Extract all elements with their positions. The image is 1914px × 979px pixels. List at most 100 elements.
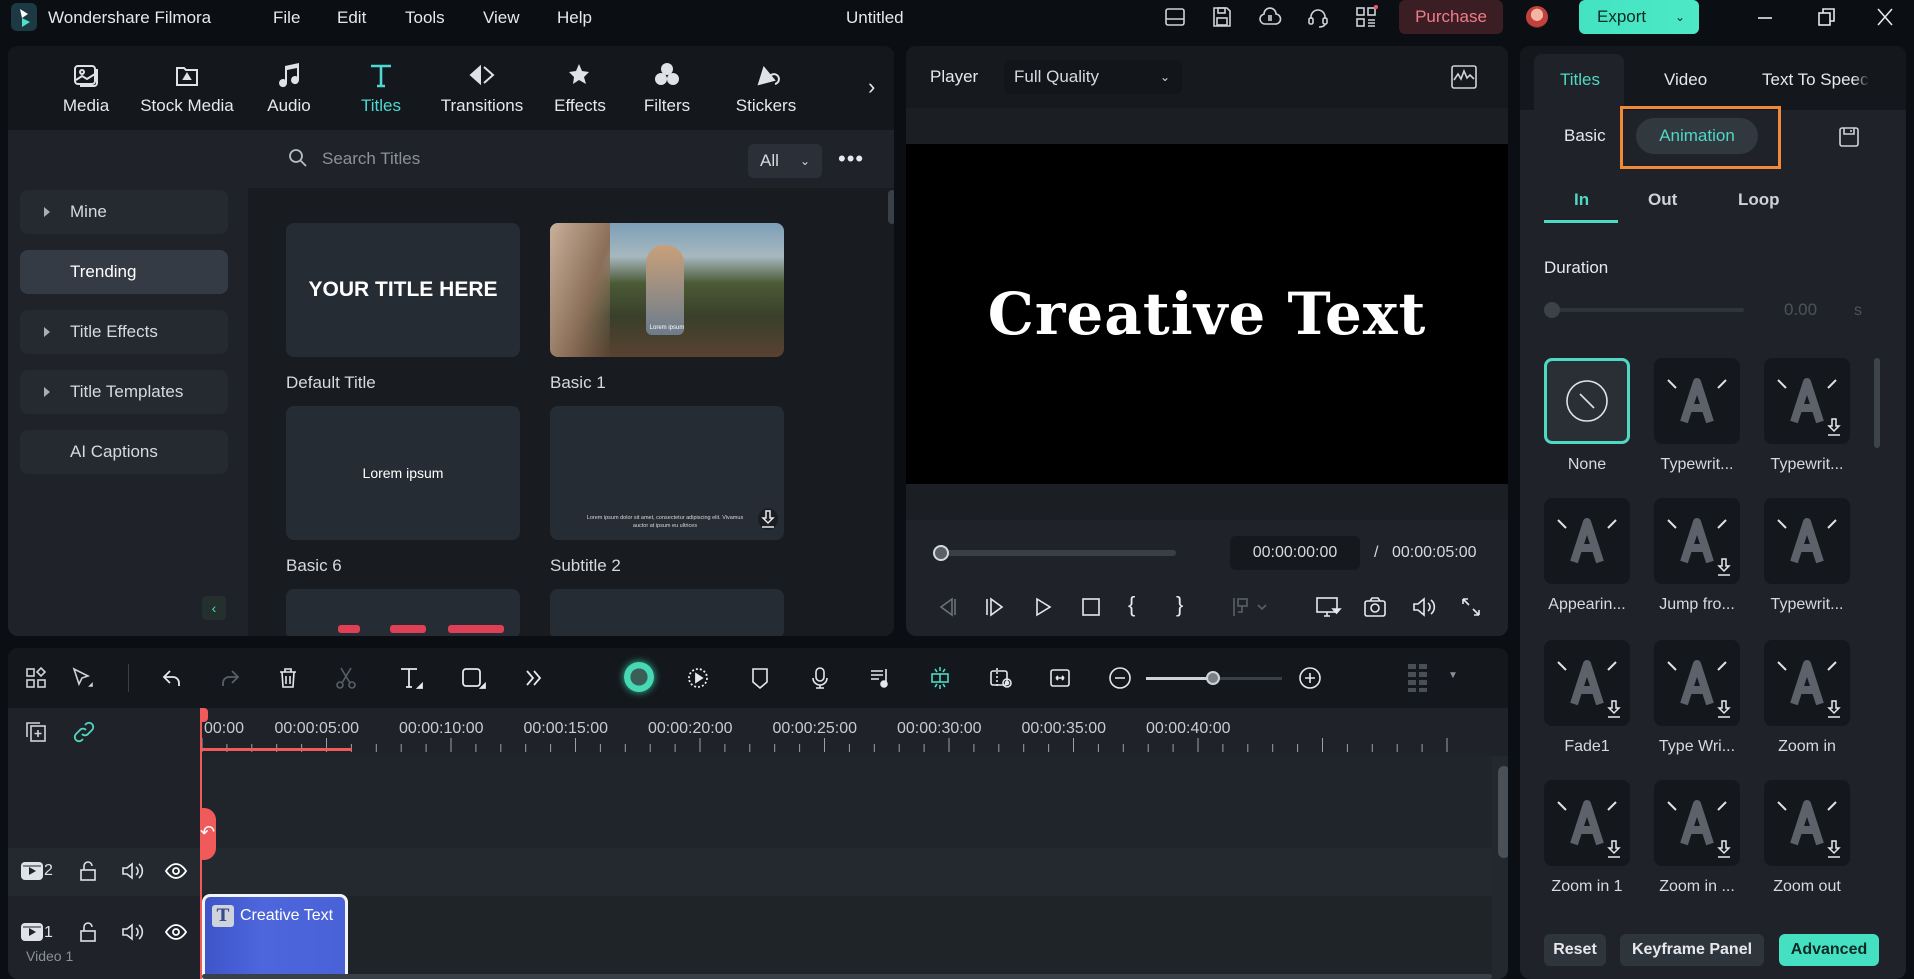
duration-slider-handle[interactable] xyxy=(1544,302,1560,318)
insert-clip-icon[interactable] xyxy=(1230,594,1270,620)
restore-icon[interactable] xyxy=(1814,5,1838,29)
quality-dropdown[interactable]: Full Quality ⌄ xyxy=(1004,60,1182,94)
track-empty-lane[interactable] xyxy=(202,756,1492,848)
title-clip[interactable]: T Creative Text xyxy=(202,894,348,979)
avatar[interactable] xyxy=(1526,6,1548,28)
menu-view[interactable]: View xyxy=(483,8,520,28)
tabs-next-arrow-icon[interactable]: › xyxy=(868,74,875,100)
auto-reframe-icon[interactable] xyxy=(686,666,710,690)
animation-preset[interactable] xyxy=(1544,358,1630,444)
title-thumb-subtitle-2[interactable]: Lorem ipsum dolor sit amet, consectetur … xyxy=(550,406,784,540)
tab-text-to-speech[interactable]: Text To Speech xyxy=(1762,70,1870,90)
tab-media[interactable]: Media xyxy=(46,60,126,116)
title-thumb-basic-1[interactable]: Lorem ipsum xyxy=(550,223,784,357)
preview-screen[interactable]: Creative Text xyxy=(906,144,1508,484)
crop-shape-icon[interactable] xyxy=(460,666,486,690)
animation-preset[interactable] xyxy=(1764,498,1850,584)
snap-icon[interactable] xyxy=(928,666,952,690)
tab-effects[interactable]: Effects xyxy=(540,60,620,116)
download-icon[interactable] xyxy=(1604,698,1624,720)
display-settings-icon[interactable] xyxy=(1314,594,1342,620)
volume-icon[interactable] xyxy=(1410,594,1436,620)
download-icon[interactable] xyxy=(1824,416,1844,438)
layout-grid-icon[interactable] xyxy=(24,666,48,690)
tab-titles[interactable]: Titles xyxy=(346,60,416,116)
add-track-icon[interactable] xyxy=(24,720,48,744)
track-1-lane[interactable] xyxy=(202,896,1492,979)
keyframe-panel-button[interactable]: Keyframe Panel xyxy=(1620,934,1764,966)
headset-icon[interactable] xyxy=(1306,5,1330,29)
anim-tab-out[interactable]: Out xyxy=(1648,190,1677,210)
delete-icon[interactable] xyxy=(276,666,300,690)
track-height-icon[interactable] xyxy=(1406,662,1430,692)
tab-stock-media[interactable]: Stock Media xyxy=(132,60,242,116)
mark-out-icon[interactable]: } xyxy=(1176,592,1183,618)
anim-tab-in[interactable]: In xyxy=(1574,190,1589,210)
animation-preset[interactable] xyxy=(1764,640,1850,726)
vertical-scrollbar[interactable] xyxy=(1498,766,1508,858)
title-thumb-default[interactable]: YOUR TITLE HERE xyxy=(286,223,520,357)
sidebar-item-ai-captions[interactable]: AI Captions xyxy=(20,430,228,474)
minimize-icon[interactable] xyxy=(1753,5,1777,29)
tab-audio[interactable]: Audio xyxy=(254,60,324,116)
animation-preset[interactable] xyxy=(1544,780,1630,866)
microphone-icon[interactable] xyxy=(808,666,832,690)
reset-button[interactable]: Reset xyxy=(1544,934,1606,966)
download-icon[interactable] xyxy=(1714,698,1734,720)
next-frame-icon[interactable] xyxy=(982,594,1008,620)
animation-preset[interactable] xyxy=(1654,358,1740,444)
collapse-sidebar-button[interactable]: ‹ xyxy=(202,596,226,620)
animation-preset[interactable] xyxy=(1654,780,1740,866)
lock-icon[interactable] xyxy=(78,921,98,943)
redo-icon[interactable] xyxy=(218,666,242,690)
text-tool-icon[interactable] xyxy=(398,666,423,690)
animation-preset[interactable] xyxy=(1764,358,1850,444)
mark-in-icon[interactable]: { xyxy=(1128,592,1135,618)
title-thumb-partial[interactable] xyxy=(550,589,784,636)
mute-track-icon[interactable] xyxy=(120,860,144,882)
zoom-in-icon[interactable] xyxy=(1298,666,1322,690)
download-icon[interactable] xyxy=(1714,556,1734,578)
marker-icon[interactable] xyxy=(748,666,772,690)
menu-tools[interactable]: Tools xyxy=(405,8,445,28)
animation-preset[interactable] xyxy=(1654,498,1740,584)
sidebar-item-mine[interactable]: Mine xyxy=(20,190,228,234)
stop-icon[interactable] xyxy=(1078,594,1104,620)
download-icon[interactable] xyxy=(1824,838,1844,860)
play-icon[interactable] xyxy=(1030,594,1056,620)
close-icon[interactable] xyxy=(1873,5,1897,29)
track-height-dropdown-icon[interactable]: ▼ xyxy=(1448,670,1458,681)
scrubber-handle[interactable] xyxy=(933,545,949,561)
chevron-down-icon[interactable]: ⌄ xyxy=(1675,0,1685,34)
advanced-button[interactable]: Advanced xyxy=(1779,934,1879,966)
title-thumb-basic-6[interactable]: Lorem ipsum xyxy=(286,406,520,540)
save-icon[interactable] xyxy=(1210,5,1234,29)
playhead-scissor-handle[interactable]: ↶ xyxy=(200,808,216,860)
download-icon[interactable] xyxy=(1604,838,1624,860)
save-preset-icon[interactable] xyxy=(1838,126,1860,148)
visibility-eye-icon[interactable] xyxy=(164,921,188,943)
animation-preset[interactable] xyxy=(1544,498,1630,584)
ai-copilot-icon[interactable] xyxy=(624,662,654,692)
menu-file[interactable]: File xyxy=(273,8,300,28)
auto-ripple-icon[interactable] xyxy=(988,666,1012,690)
export-button[interactable]: Export ⌄ xyxy=(1579,0,1699,34)
anim-tab-loop[interactable]: Loop xyxy=(1738,190,1780,210)
link-icon[interactable] xyxy=(72,720,96,744)
more-options-icon[interactable]: ••• xyxy=(838,146,864,172)
tab-transitions[interactable]: Transitions xyxy=(432,60,532,116)
select-tool-icon[interactable] xyxy=(70,666,94,690)
audio-track-icon[interactable] xyxy=(868,666,892,690)
subtab-basic[interactable]: Basic xyxy=(1564,126,1606,146)
fullscreen-icon[interactable] xyxy=(1458,594,1484,620)
tab-video[interactable]: Video xyxy=(1664,70,1707,90)
zoom-out-icon[interactable] xyxy=(1108,666,1132,690)
download-icon[interactable] xyxy=(758,508,778,530)
tab-filters[interactable]: Filters xyxy=(632,60,702,116)
animation-scrollbar[interactable] xyxy=(1874,358,1880,448)
animation-preset[interactable] xyxy=(1764,780,1850,866)
purchase-button[interactable]: Purchase xyxy=(1399,0,1503,34)
waveform-monitor-icon[interactable] xyxy=(1450,64,1478,90)
download-icon[interactable] xyxy=(1714,838,1734,860)
subtab-animation[interactable]: Animation xyxy=(1636,118,1758,154)
